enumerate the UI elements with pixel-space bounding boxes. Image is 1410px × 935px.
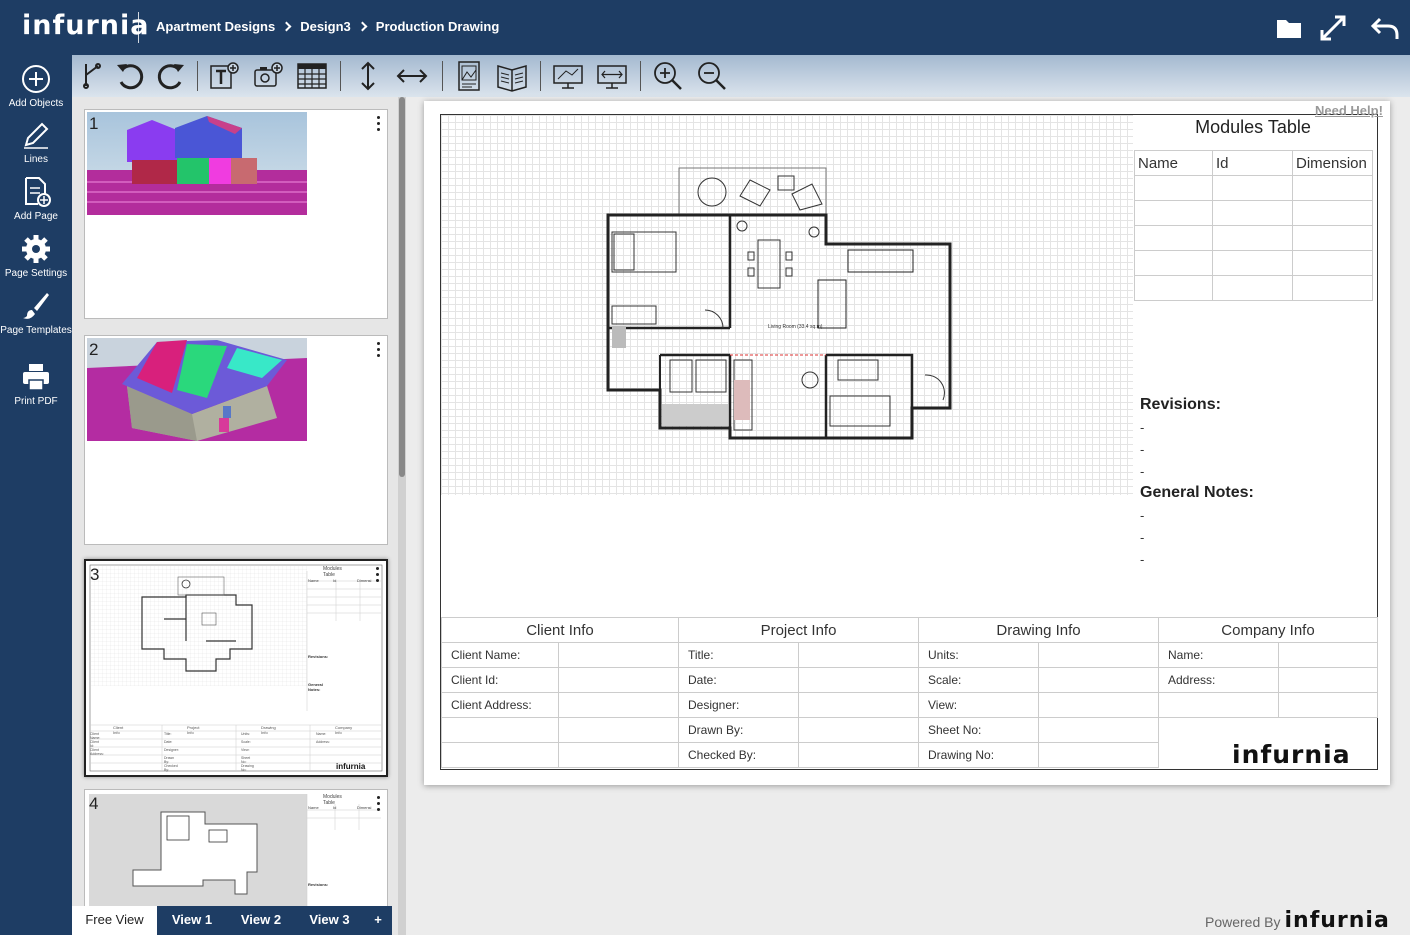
breadcrumb-item-current: Production Drawing: [375, 19, 500, 34]
view-tabs: Free View View 1 View 2 View 3 +: [72, 906, 392, 935]
app-logo[interactable]: infurnia: [22, 10, 149, 41]
horizontal-dimension-icon[interactable]: [396, 60, 428, 92]
fit-width-icon[interactable]: [596, 60, 628, 92]
title-block-logo: infurnia: [1232, 740, 1351, 769]
general-notes-heading: General Notes:: [1140, 484, 1254, 501]
modules-col-dimension: Dimension: [1292, 150, 1373, 176]
revision-item: -: [1140, 420, 1145, 435]
printer-icon: [23, 364, 49, 391]
tab-free-view[interactable]: Free View: [72, 906, 157, 935]
undo-icon[interactable]: [114, 60, 146, 92]
sidebar-item-lines[interactable]: Lines: [0, 119, 72, 166]
add-view-button[interactable]: +: [364, 906, 392, 935]
folder-icon[interactable]: [1274, 13, 1304, 43]
chevron-right-icon: [357, 21, 368, 32]
vertical-dimension-icon[interactable]: [352, 60, 384, 92]
revisions-heading: Revisions:: [1140, 396, 1221, 413]
page-thumbnail-2[interactable]: 2: [84, 335, 388, 545]
top-header: infurnia Apartment Designs Design3 Produ…: [0, 0, 1410, 55]
page-thumbnail-1[interactable]: 1: [84, 109, 388, 319]
page-thumbnail-3[interactable]: 3: [84, 559, 388, 777]
toolbar-divider: [640, 61, 641, 91]
gear-icon: [22, 235, 50, 263]
zoom-in-icon[interactable]: [652, 60, 684, 92]
floor-plan-drawing[interactable]: Living Room (33.4 sq.m): [600, 160, 960, 445]
modules-table-title: Modules Table: [1195, 117, 1311, 137]
kebab-menu-icon[interactable]: [377, 116, 381, 132]
fit-screen-icon[interactable]: [552, 60, 584, 92]
kebab-menu-icon[interactable]: [377, 342, 381, 358]
sidebar-item-add-page[interactable]: Add Page: [0, 176, 72, 223]
modules-col-name: Name: [1134, 150, 1213, 176]
toolbar-divider: [340, 61, 341, 91]
page-list-scroll-thumb[interactable]: [399, 97, 405, 477]
table-row: [1134, 275, 1373, 301]
revision-item: -: [1140, 442, 1145, 457]
table-row: Client Name: Title: Units: Name:: [441, 642, 1378, 668]
header-divider: [138, 12, 139, 43]
sidebar-item-page-settings[interactable]: Page Settings: [0, 233, 72, 280]
sidebar-item-add-objects[interactable]: Add Objects: [0, 63, 72, 110]
add-page-icon: [25, 177, 51, 207]
add-text-icon[interactable]: [208, 60, 240, 92]
tab-view-2[interactable]: View 2: [227, 906, 295, 935]
kebab-menu-icon[interactable]: [376, 567, 380, 583]
left-sidebar: Add Objects Lines Add Page Page Settings…: [0, 55, 72, 935]
table-row: Client Address: Designer: View:: [441, 692, 1378, 718]
note-item: -: [1140, 508, 1145, 523]
chevron-right-icon: [281, 21, 292, 32]
table-row: [1134, 225, 1373, 251]
plus-circle-icon: [22, 65, 50, 93]
tab-view-3[interactable]: View 3: [295, 906, 364, 935]
sidebar-item-print-pdf[interactable]: Print PDF: [0, 361, 72, 408]
toolbar-divider: [197, 61, 198, 91]
table-row: Drawn By: Sheet No:: [441, 717, 1378, 743]
toolbar-divider: [540, 61, 541, 91]
revision-item: -: [1140, 464, 1145, 479]
page-list-panel: 1 2 3 4: [72, 97, 406, 935]
title-block-header-drawing: Drawing Info: [918, 617, 1159, 643]
footer-brand-logo: infurnia: [1284, 908, 1390, 933]
sidebar-item-page-templates[interactable]: Page Templates: [0, 290, 72, 337]
table-row: [1134, 200, 1373, 226]
table-row: [1134, 175, 1373, 201]
table-row: [1134, 250, 1373, 276]
note-item: -: [1140, 530, 1145, 545]
page-landscape-icon[interactable]: [496, 60, 528, 92]
redo-icon[interactable]: [155, 60, 187, 92]
note-item: -: [1140, 552, 1145, 567]
add-image-icon[interactable]: [252, 60, 284, 92]
page-portrait-icon[interactable]: [453, 60, 485, 92]
pencil-icon: [24, 122, 49, 149]
modules-table: Name Id Dimension: [1134, 150, 1373, 301]
title-block-header-project: Project Info: [678, 617, 919, 643]
kebab-menu-icon[interactable]: [377, 796, 381, 812]
tab-view-1[interactable]: View 1: [157, 906, 227, 935]
powered-by: Powered By infurnia: [1205, 908, 1390, 933]
room-label-living: Living Room (33.4 sq.m): [768, 324, 823, 330]
page-preview-drawing: [89, 564, 383, 772]
title-block-header-client: Client Info: [441, 617, 679, 643]
select-icon[interactable]: [76, 60, 108, 92]
3d-render-preview: [87, 338, 307, 441]
title-block-header-company: Company Info: [1158, 617, 1378, 643]
breadcrumb: Apartment Designs Design3 Production Dra…: [156, 19, 499, 34]
fullscreen-icon[interactable]: [1318, 13, 1348, 43]
table-row: Client Id: Date: Scale: Address:: [441, 667, 1378, 693]
drawing-toolbar: [72, 55, 1410, 97]
breadcrumb-item-project[interactable]: Apartment Designs: [156, 19, 300, 34]
toolbar-divider: [442, 61, 443, 91]
back-arrow-icon[interactable]: [1370, 13, 1400, 43]
modules-col-id: Id: [1212, 150, 1293, 176]
3d-render-preview: [87, 112, 307, 215]
add-table-icon[interactable]: [296, 60, 328, 92]
breadcrumb-item-design[interactable]: Design3: [300, 19, 376, 34]
zoom-out-icon[interactable]: [696, 60, 728, 92]
brush-icon: [23, 293, 49, 319]
need-help-link[interactable]: Need Help!: [1315, 103, 1383, 118]
